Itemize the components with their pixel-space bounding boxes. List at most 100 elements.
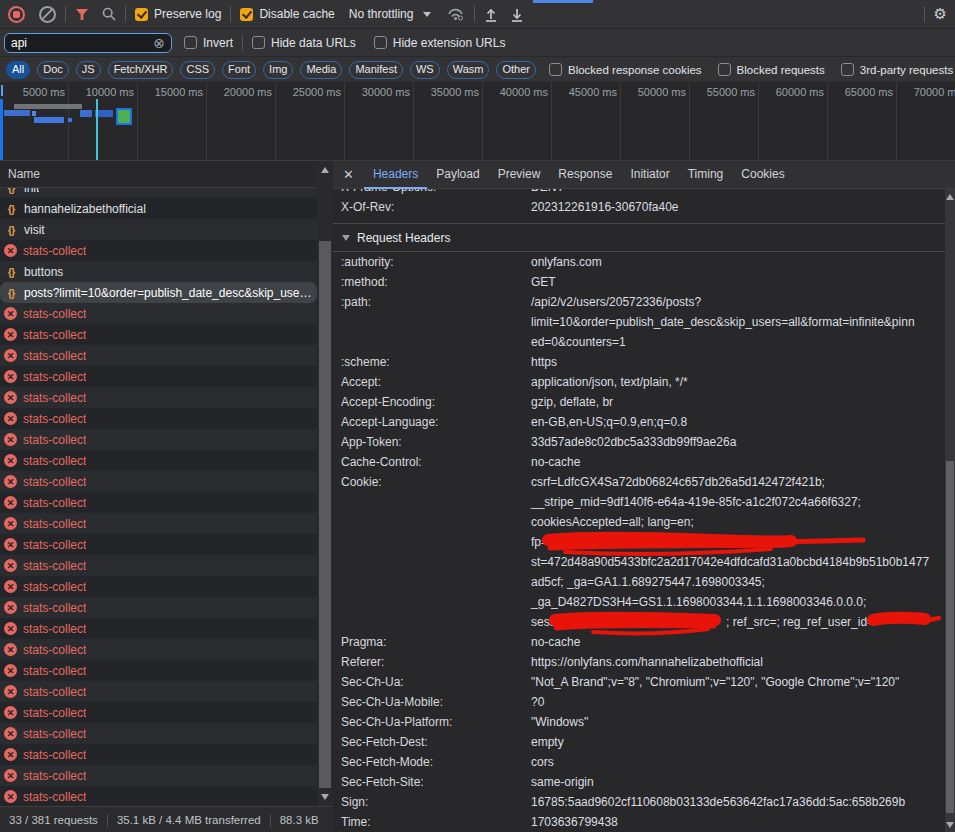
- request-name: stats-collect: [23, 370, 86, 384]
- divider: [230, 6, 231, 22]
- request-row[interactable]: ✕stats-collect: [0, 597, 317, 618]
- import-har-icon[interactable]: [484, 7, 498, 22]
- tab-timing[interactable]: Timing: [679, 161, 733, 189]
- throttling-dropdown[interactable]: No throttling: [349, 7, 432, 21]
- request-row[interactable]: ✕stats-collect: [0, 660, 317, 681]
- tab-preview[interactable]: Preview: [489, 161, 550, 189]
- invert-label: Invert: [203, 36, 233, 50]
- clear-filter-icon[interactable]: ⊗: [153, 36, 165, 50]
- request-row[interactable]: ✕stats-collect: [0, 744, 317, 765]
- hide-extension-urls-checkbox[interactable]: [374, 36, 387, 49]
- request-row[interactable]: ✕stats-collect: [0, 324, 317, 345]
- third-party-requests-checkbox[interactable]: [841, 63, 854, 76]
- requests-scrollbar[interactable]: [317, 161, 333, 806]
- request-row[interactable]: ✕stats-collect: [0, 408, 317, 429]
- clear-icon[interactable]: [39, 6, 56, 23]
- header-row: App-Token:33d57ade8c02dbc5a333db99ff9ae2…: [341, 432, 955, 452]
- header-row: Sec-Fetch-Site:same-origin: [341, 772, 955, 792]
- name-column-header[interactable]: Name: [0, 161, 317, 188]
- filter-pill-js[interactable]: JS: [76, 61, 101, 79]
- request-row[interactable]: {}hannahelizabethofficial: [0, 198, 317, 219]
- filter-input[interactable]: api ⊗: [4, 33, 172, 53]
- scroll-up-icon[interactable]: [946, 194, 954, 200]
- filter-pill-media[interactable]: Media: [300, 61, 342, 79]
- request-row[interactable]: {}posts?limit=10&order=publish_date_desc…: [0, 282, 317, 303]
- overview-tick: 70000 ms: [897, 83, 955, 160]
- header-value: 16785:5aad9602cf110608b03133de563642fac1…: [531, 792, 905, 812]
- request-name: stats-collect: [23, 601, 86, 615]
- blocked-requests-checkbox[interactable]: [718, 63, 731, 76]
- request-row[interactable]: ✕stats-collect: [0, 534, 317, 555]
- invert-checkbox[interactable]: [184, 36, 197, 49]
- preserve-log-checkbox[interactable]: [135, 8, 148, 21]
- request-row[interactable]: ✕stats-collect: [0, 450, 317, 471]
- tab-headers[interactable]: Headers: [364, 161, 427, 189]
- request-row[interactable]: ✕stats-collect: [0, 303, 317, 324]
- request-name: stats-collect: [23, 559, 86, 573]
- filter-pill-ws[interactable]: WS: [410, 61, 440, 79]
- error-icon: ✕: [4, 790, 17, 803]
- request-row[interactable]: ✕stats-collect: [0, 723, 317, 744]
- tab-initiator[interactable]: Initiator: [621, 161, 678, 189]
- search-icon[interactable]: [102, 7, 116, 21]
- request-row[interactable]: ✕stats-collect: [0, 786, 317, 806]
- settings-gear-icon[interactable]: ⚙: [934, 5, 947, 23]
- scrollbar-thumb[interactable]: [946, 461, 954, 813]
- header-name: Sec-Ch-Ua:: [341, 672, 531, 692]
- request-row[interactable]: ✕stats-collect: [0, 681, 317, 702]
- export-har-icon[interactable]: [510, 7, 524, 22]
- overview-bar: [68, 118, 72, 122]
- request-row[interactable]: ✕stats-collect: [0, 765, 317, 786]
- filter-pill-fetch-xhr[interactable]: Fetch/XHR: [108, 61, 174, 79]
- tab-cookies[interactable]: Cookies: [732, 161, 793, 189]
- tab-payload[interactable]: Payload: [427, 161, 488, 189]
- details-scrollbar[interactable]: [945, 189, 955, 832]
- scroll-up-icon[interactable]: [321, 167, 329, 173]
- filter-pill-wasm[interactable]: Wasm: [447, 61, 490, 79]
- request-row[interactable]: {}init: [0, 188, 317, 198]
- tab-response[interactable]: Response: [549, 161, 621, 189]
- header-value: csrf=LdfcGX4Sa72db06824c657db26a5d142472…: [531, 472, 929, 632]
- network-overview[interactable]: 5000 ms10000 ms15000 ms20000 ms25000 ms3…: [0, 83, 955, 161]
- request-row[interactable]: ✕stats-collect: [0, 618, 317, 639]
- request-row[interactable]: ✕stats-collect: [0, 387, 317, 408]
- hide-data-urls-checkbox[interactable]: [252, 36, 265, 49]
- overview-gray-bar: [14, 104, 82, 109]
- filter-pill-manifest[interactable]: Manifest: [349, 61, 403, 79]
- request-row[interactable]: {}visit: [0, 219, 317, 240]
- request-row[interactable]: ✕stats-collect: [0, 492, 317, 513]
- filter-pill-font[interactable]: Font: [222, 61, 256, 79]
- request-row[interactable]: ✕stats-collect: [0, 429, 317, 450]
- record-icon[interactable]: [8, 6, 25, 23]
- request-row[interactable]: ✕stats-collect: [0, 345, 317, 366]
- filter-icon[interactable]: [75, 8, 89, 21]
- scroll-down-icon[interactable]: [321, 794, 329, 800]
- header-value: application/json, text/plain, */*: [531, 372, 688, 392]
- filter-pill-img[interactable]: Img: [263, 61, 293, 79]
- header-row: Pragma:no-cache: [341, 632, 955, 652]
- header-name: Accept-Language:: [341, 412, 531, 432]
- request-row[interactable]: ✕stats-collect: [0, 702, 317, 723]
- header-name: App-Token:: [341, 432, 531, 452]
- request-row[interactable]: {}buttons: [0, 261, 317, 282]
- header-row: Sec-Ch-Ua:"Not_A Brand";v="8", "Chromium…: [341, 672, 955, 692]
- network-conditions-icon[interactable]: [447, 6, 465, 22]
- request-row[interactable]: ✕stats-collect: [0, 639, 317, 660]
- request-row[interactable]: ✕stats-collect: [0, 366, 317, 387]
- scroll-down-icon[interactable]: [946, 822, 954, 828]
- request-row[interactable]: ✕stats-collect: [0, 555, 317, 576]
- request-row[interactable]: ✕stats-collect: [0, 240, 317, 261]
- request-row[interactable]: ✕stats-collect: [0, 576, 317, 597]
- request-headers-section[interactable]: Request Headers: [333, 223, 955, 252]
- blocked-response-cookies-checkbox[interactable]: [549, 63, 562, 76]
- disable-cache-checkbox[interactable]: [240, 8, 253, 21]
- filter-pill-all[interactable]: All: [6, 61, 30, 79]
- filter-pill-doc[interactable]: Doc: [37, 61, 69, 79]
- close-icon[interactable]: ✕: [343, 167, 354, 182]
- filter-pill-css[interactable]: CSS: [180, 61, 215, 79]
- scrollbar-thumb[interactable]: [319, 241, 331, 788]
- request-name: stats-collect: [23, 706, 86, 720]
- filter-pill-other[interactable]: Other: [496, 61, 536, 79]
- request-row[interactable]: ✕stats-collect: [0, 471, 317, 492]
- request-row[interactable]: ✕stats-collect: [0, 513, 317, 534]
